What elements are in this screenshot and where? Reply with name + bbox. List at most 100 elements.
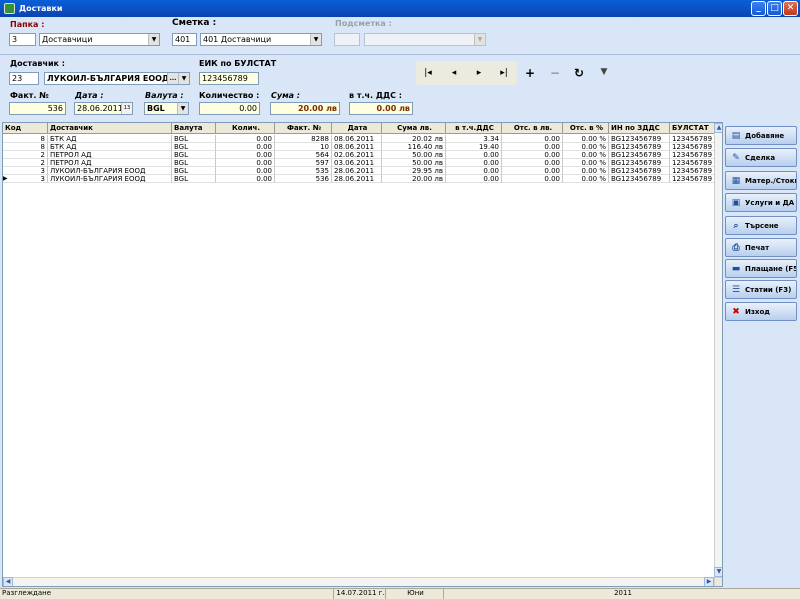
table-row[interactable]: 8 БТК АД BGL 0.00 10 08.06.2011 116.40 лв 19.40… — [3, 143, 715, 151]
sidebar-button-8[interactable]: ☰ Статии (F3) — [725, 280, 797, 299]
table-cell: 0.00 — [502, 151, 563, 159]
vat-field[interactable]: 0.00 лв — [349, 102, 413, 115]
payment-icon: ▬ — [731, 263, 741, 274]
table-cell: 50.00 лв — [382, 151, 446, 159]
column-header[interactable]: Доставчик — [48, 123, 172, 134]
browse-button[interactable]: ... — [167, 73, 178, 84]
table-cell: BGL — [172, 151, 216, 159]
supplier-select[interactable]: ЛУКОИЛ-БЪЛГАРИЯ ЕООД ... ▼ — [44, 72, 190, 85]
account-code-field[interactable]: 401 — [172, 33, 197, 46]
table-cell: 0.00 — [502, 159, 563, 167]
table-cell: 8 — [3, 135, 48, 143]
chevron-down-icon[interactable]: ▼ — [177, 103, 188, 114]
supplier-code-field[interactable]: 23 — [9, 72, 39, 85]
column-header[interactable]: Код — [3, 123, 48, 134]
next-record-icon[interactable]: ▸ — [472, 68, 486, 78]
sidebar-button-2[interactable]: ✎ Сделка — [725, 148, 797, 167]
minimize-button[interactable]: _ — [751, 1, 766, 16]
last-record-icon[interactable]: ▸| — [497, 68, 511, 78]
table-cell: 0.00 — [446, 167, 502, 175]
table-cell: 123456789 — [670, 143, 715, 151]
table-cell: 02.06.2011 — [332, 151, 382, 159]
invoice-number-field[interactable]: 536 — [9, 102, 66, 115]
table-row[interactable]: 2 ПЕТРОЛ АД BGL 0.00 597 03.06.2011 50.00 лв 0.… — [3, 159, 715, 167]
goods-icon: ▦ — [731, 175, 741, 186]
deliveries-table[interactable]: Код Доставчик Валута Колич. Факт. № Дата Сума … — [2, 122, 723, 587]
prev-record-icon[interactable]: ◂ — [447, 68, 461, 78]
column-header[interactable]: Валута — [172, 123, 216, 134]
first-record-icon[interactable]: |◂ — [421, 68, 435, 78]
table-row[interactable]: 2 ПЕТРОЛ АД BGL 0.00 564 02.06.2011 50.00 лв 0.… — [3, 151, 715, 159]
column-header[interactable]: БУЛСТАТ — [670, 123, 715, 134]
sidebar-button-7[interactable]: ▬ Плащане (F5) — [725, 259, 797, 278]
folder-code-field[interactable]: 3 — [9, 33, 36, 46]
sidebar-button-label: Услуги и ДА — [745, 198, 795, 207]
sidebar-button-9[interactable]: ✖ Изход — [725, 302, 797, 321]
date-field[interactable]: 28.06.2011 13 — [74, 102, 133, 115]
column-header[interactable]: в т.ч.ДДС — [446, 123, 502, 134]
column-header[interactable]: Отс. в лв. — [502, 123, 563, 134]
table-cell: 0.00 % — [563, 135, 609, 143]
add-record-icon[interactable]: + — [523, 66, 537, 80]
chevron-down-icon[interactable]: ▼ — [148, 34, 159, 45]
sidebar-button-label: Сделка — [745, 153, 776, 162]
folder-select[interactable]: Доставчици ▼ — [39, 33, 160, 46]
scroll-left-icon[interactable]: ◀ — [3, 577, 13, 586]
supplier-label: Доставчик : — [10, 59, 65, 68]
chevron-down-icon[interactable]: ▼ — [178, 73, 189, 84]
quantity-field[interactable]: 0.00 — [199, 102, 260, 115]
calendar-icon[interactable]: 13 — [121, 103, 132, 114]
table-header: Код Доставчик Валута Колич. Факт. № Дата Сума … — [3, 123, 715, 134]
column-header[interactable]: Сума лв. — [382, 123, 446, 134]
table-cell: BGL — [172, 175, 216, 183]
exit-icon: ✖ — [732, 306, 740, 317]
table-row[interactable]: 3 ЛУКОИЛ-БЪЛГАРИЯ ЕООД BGL 0.00 535 28.06.201… — [3, 167, 715, 175]
scroll-up-icon[interactable]: ▲ — [714, 123, 722, 133]
column-header[interactable]: Дата — [332, 123, 382, 134]
table-row[interactable]: 8 БТК АД BGL 0.00 8288 08.06.2011 20.02 лв 3.34… — [3, 135, 715, 143]
account-select-value: 401 Доставчици — [203, 35, 272, 44]
subaccount-select: ▼ — [364, 33, 486, 46]
column-header[interactable]: Факт. № — [275, 123, 332, 134]
table-cell: 0.00 — [502, 175, 563, 183]
column-header[interactable]: ИН по ЗДДС — [609, 123, 670, 134]
chevron-down-icon[interactable]: ▼ — [310, 34, 321, 45]
filter-icon[interactable]: ▼ — [597, 67, 611, 77]
sidebar-button-1[interactable]: ▤ Добавяне — [725, 126, 797, 145]
table-cell: 123456789 — [670, 175, 715, 183]
table-row[interactable]: 3 ЛУКОИЛ-БЪЛГАРИЯ ЕООД BGL 0.00 536 28.06.201… — [3, 175, 715, 183]
sidebar-button-3[interactable]: ▦ Матер./Стоки — [725, 171, 797, 190]
vat-label: в т.ч. ДДС : — [349, 91, 402, 100]
scroll-down-icon[interactable]: ▼ — [714, 567, 722, 577]
sum-field[interactable]: 20.00 лв — [270, 102, 340, 115]
sidebar-button-4[interactable]: ▣ Услуги и ДА — [725, 193, 797, 212]
table-cell: 2 — [3, 159, 48, 167]
table-cell: 29.95 лв — [382, 167, 446, 175]
currency-label: Валута : — [145, 91, 184, 100]
delete-record-icon[interactable]: − — [548, 66, 562, 80]
table-cell: ПЕТРОЛ АД — [48, 151, 172, 159]
vertical-scrollbar[interactable]: ▲ ▼ — [714, 123, 722, 586]
column-header[interactable]: Колич. — [216, 123, 275, 134]
eik-field[interactable]: 123456789 — [199, 72, 259, 85]
close-button[interactable]: ✕ — [783, 1, 798, 16]
table-cell: 0.00 — [446, 159, 502, 167]
account-select[interactable]: 401 Доставчици ▼ — [200, 33, 322, 46]
table-cell: БТК АД — [48, 143, 172, 151]
refresh-icon[interactable]: ↻ — [572, 66, 586, 80]
maximize-button[interactable]: □ — [767, 1, 782, 16]
table-cell: 0.00 % — [563, 167, 609, 175]
sidebar-button-5[interactable]: ⌕ Търсене — [725, 216, 797, 235]
scroll-corner — [714, 577, 722, 586]
table-cell: BGL — [172, 167, 216, 175]
table-cell: 597 — [275, 159, 332, 167]
table-cell: 0.00 — [216, 175, 275, 183]
app-window: Доставки _ □ ✕ Папка : 3 Доставчици ▼ См… — [0, 0, 800, 599]
horizontal-scrollbar[interactable]: ◀ ▶ — [3, 577, 714, 586]
column-header[interactable]: Отс. в % — [563, 123, 609, 134]
table-cell: 0.00 — [502, 135, 563, 143]
currency-select[interactable]: BGL ▼ — [144, 102, 189, 115]
scroll-right-icon[interactable]: ▶ — [704, 577, 714, 586]
sidebar-button-6[interactable]: ⎙ Печат — [725, 238, 797, 257]
sidebar-button-label: Статии (F3) — [745, 285, 792, 294]
